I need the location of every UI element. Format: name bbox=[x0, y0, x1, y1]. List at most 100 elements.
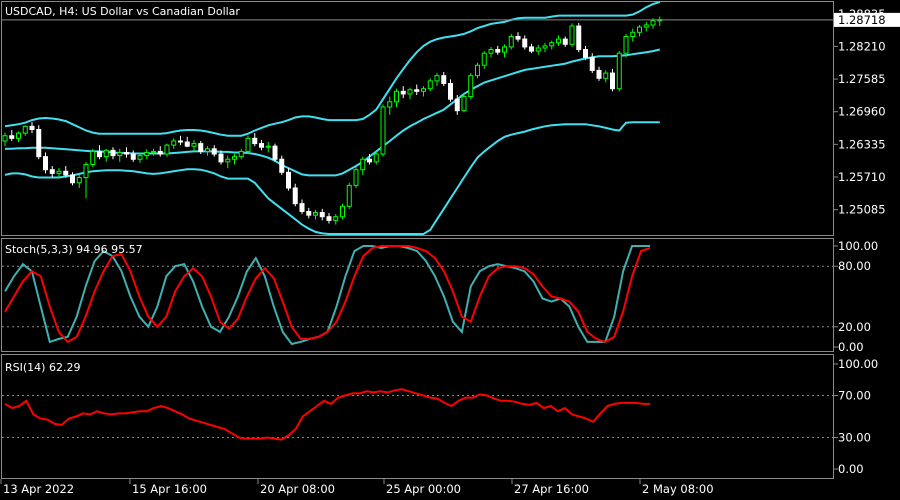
candle-body-82 bbox=[556, 38, 561, 44]
candle-body-37 bbox=[252, 137, 258, 145]
candle-82 bbox=[556, 35, 561, 46]
candle-body-80 bbox=[542, 45, 548, 49]
candle-37 bbox=[252, 133, 258, 147]
candle-51 bbox=[346, 182, 352, 209]
rsi-line bbox=[4, 388, 650, 441]
candle-body-69 bbox=[468, 75, 474, 98]
candle-31 bbox=[211, 145, 217, 157]
candle-75 bbox=[508, 33, 514, 50]
candle-47 bbox=[319, 208, 325, 221]
candle-46 bbox=[313, 209, 318, 220]
candle-body-24 bbox=[164, 144, 170, 155]
candle-body-67 bbox=[454, 98, 460, 112]
candle-14 bbox=[97, 145, 102, 160]
stoch-main-line bbox=[4, 245, 650, 346]
rsi-tick-label-1: 70.00 bbox=[838, 389, 871, 403]
candle-44 bbox=[299, 199, 305, 215]
candle-body-27 bbox=[184, 141, 190, 147]
time-label-3: 25 Apr 00:00 bbox=[386, 482, 461, 496]
candle-body-20 bbox=[137, 155, 143, 160]
candle-body-7 bbox=[49, 169, 55, 174]
candle-body-74 bbox=[502, 46, 507, 53]
candle-0 bbox=[2, 132, 8, 147]
candle-body-41 bbox=[279, 158, 285, 173]
candle-45 bbox=[306, 207, 312, 219]
candle-body-4 bbox=[29, 125, 35, 130]
candle-94 bbox=[637, 24, 642, 37]
candle-body-56 bbox=[380, 106, 386, 155]
candle-60 bbox=[407, 87, 413, 100]
price-level-label-6: 1.25085 bbox=[838, 203, 886, 217]
candle-78 bbox=[529, 43, 534, 54]
candle-body-18 bbox=[124, 151, 129, 155]
candle-body-51 bbox=[346, 184, 352, 207]
candle-body-14 bbox=[97, 150, 102, 158]
candle-body-79 bbox=[535, 47, 541, 52]
band-upper-line bbox=[4, 1, 661, 137]
stoch-axis: 100.00 80.00 20.00 0.00 bbox=[2, 239, 878, 354]
candle-body-49 bbox=[333, 216, 339, 221]
candle-body-93 bbox=[630, 31, 636, 37]
candle-body-84 bbox=[569, 25, 575, 45]
band-lower-line bbox=[4, 121, 660, 235]
candle-79 bbox=[535, 44, 541, 55]
price-panel-frame bbox=[1, 1, 834, 236]
candle-43 bbox=[292, 183, 298, 207]
candle-30 bbox=[205, 146, 210, 156]
candle-body-22 bbox=[151, 150, 156, 153]
price-axis: 1.288351.282101.275851.269601.263351.257… bbox=[834, 7, 886, 217]
candle-body-68 bbox=[461, 96, 467, 112]
candle-body-31 bbox=[211, 148, 217, 155]
candle-91 bbox=[616, 51, 622, 92]
candle-body-46 bbox=[313, 212, 318, 216]
candle-66 bbox=[448, 79, 453, 102]
candle-93 bbox=[630, 28, 636, 42]
price-level-label-5: 1.25710 bbox=[838, 170, 886, 184]
candle-6 bbox=[43, 152, 48, 174]
bollinger-bands bbox=[4, 1, 661, 235]
candle-body-54 bbox=[367, 158, 372, 163]
candle-3 bbox=[22, 125, 28, 136]
candle-body-36 bbox=[245, 137, 251, 152]
candle-body-85 bbox=[576, 25, 582, 51]
candle-19 bbox=[130, 150, 136, 162]
candle-body-38 bbox=[259, 143, 264, 148]
candle-body-64 bbox=[434, 75, 440, 82]
candle-15 bbox=[103, 148, 109, 162]
candle-body-55 bbox=[373, 153, 379, 163]
price-level-label-1: 1.28210 bbox=[838, 39, 886, 53]
candle-90 bbox=[610, 68, 615, 92]
candle-body-57 bbox=[387, 101, 393, 108]
candle-50 bbox=[340, 203, 345, 220]
candle-body-81 bbox=[549, 42, 555, 47]
candle-77 bbox=[522, 35, 528, 50]
rsi-line-group bbox=[4, 388, 650, 441]
candle-body-73 bbox=[495, 49, 501, 53]
candle-58 bbox=[394, 88, 399, 108]
candle-body-28 bbox=[191, 143, 197, 147]
rsi-title: RSI(14) 62.29 bbox=[5, 361, 80, 374]
stoch-signal-line bbox=[4, 245, 651, 344]
candle-body-8 bbox=[56, 170, 62, 174]
candle-7 bbox=[49, 166, 55, 178]
time-label-1: 15 Apr 16:00 bbox=[132, 482, 207, 496]
candle-85 bbox=[576, 22, 582, 53]
rsi-tick-label-2: 30.00 bbox=[838, 431, 871, 445]
candle-body-70 bbox=[475, 64, 480, 77]
chart-canvas[interactable]: 1.288351.282101.275851.269601.263351.257… bbox=[0, 0, 900, 500]
candle-28 bbox=[191, 139, 197, 152]
time-axis: 13 Apr 2022 15 Apr 16:00 20 Apr 08:00 25 Ap… bbox=[0, 479, 714, 496]
candle-body-92 bbox=[623, 35, 629, 54]
candle-body-33 bbox=[225, 158, 231, 163]
candle-body-90 bbox=[610, 72, 615, 90]
candle-body-26 bbox=[178, 140, 183, 143]
candle-body-48 bbox=[326, 216, 332, 221]
price-level-label-3: 1.26960 bbox=[838, 105, 886, 119]
candle-2 bbox=[16, 131, 21, 143]
candle-84 bbox=[569, 23, 575, 47]
time-label-0: 13 Apr 2022 bbox=[3, 482, 74, 496]
price-level-label-4: 1.26335 bbox=[838, 137, 886, 151]
candle-52 bbox=[353, 167, 359, 188]
candle-body-44 bbox=[299, 203, 305, 212]
rsi-panel-frame bbox=[1, 354, 834, 479]
